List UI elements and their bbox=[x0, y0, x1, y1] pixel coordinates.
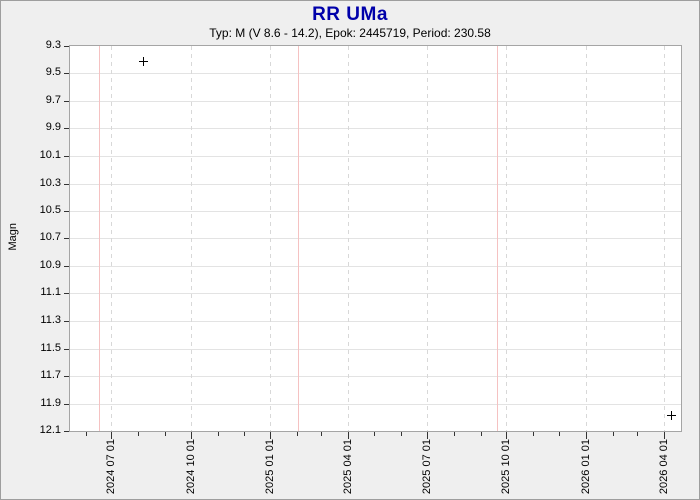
y-tick-label: 9.7 bbox=[45, 94, 61, 106]
y-tick bbox=[64, 321, 69, 322]
x-tick-label: 2025 04 01 bbox=[342, 439, 354, 495]
y-grid-line bbox=[70, 184, 681, 185]
y-tick-label: 9.3 bbox=[45, 39, 61, 51]
x-tick-label: 2024 07 01 bbox=[105, 439, 117, 495]
x-tick-major bbox=[270, 432, 271, 439]
y-tick bbox=[64, 101, 69, 102]
x-tick-minor bbox=[165, 432, 166, 436]
chart-title: RR UMa bbox=[312, 4, 388, 25]
period-line bbox=[497, 46, 498, 431]
chart-subtitle: Typ: M (V 8.6 - 14.2), Epok: 2445719, Pe… bbox=[209, 26, 491, 40]
x-tick-label: 2025 10 01 bbox=[500, 439, 512, 495]
x-grid-line bbox=[348, 46, 349, 431]
y-tick bbox=[64, 266, 69, 267]
y-tick bbox=[64, 46, 69, 47]
y-tick-label: 10.5 bbox=[39, 204, 61, 216]
x-grid-line bbox=[111, 46, 112, 431]
x-grid-line bbox=[270, 46, 271, 431]
x-tick-minor bbox=[559, 432, 560, 436]
y-tick bbox=[64, 431, 69, 432]
y-grid-line bbox=[70, 101, 681, 102]
light-curve-window: RR UMa Typ: M (V 8.6 - 14.2), Epok: 2445… bbox=[0, 0, 700, 500]
y-grid-line bbox=[70, 321, 681, 322]
x-tick-minor bbox=[613, 432, 614, 436]
y-tick-label: 10.9 bbox=[39, 259, 61, 271]
x-tick-minor bbox=[533, 432, 534, 436]
x-tick-minor bbox=[401, 432, 402, 436]
y-tick-label: 9.5 bbox=[45, 66, 61, 78]
y-grid-line bbox=[70, 73, 681, 74]
x-tick-minor bbox=[218, 432, 219, 436]
x-tick-major bbox=[427, 432, 428, 439]
x-tick-minor bbox=[297, 432, 298, 436]
data-point-marker bbox=[667, 411, 676, 420]
y-grid-line bbox=[70, 211, 681, 212]
x-tick-minor bbox=[637, 432, 638, 436]
x-tick-label: 2025 07 01 bbox=[421, 439, 433, 495]
y-tick bbox=[64, 376, 69, 377]
data-point-marker bbox=[139, 57, 148, 66]
x-tick-minor bbox=[321, 432, 322, 436]
period-line bbox=[298, 46, 299, 431]
period-line bbox=[99, 46, 100, 431]
y-tick-label: 11.3 bbox=[40, 314, 61, 326]
x-tick-major bbox=[586, 432, 587, 439]
x-grid-line bbox=[586, 46, 587, 431]
x-tick-minor bbox=[138, 432, 139, 436]
y-tick-label: 11.9 bbox=[40, 397, 61, 409]
x-tick-minor bbox=[244, 432, 245, 436]
y-tick bbox=[64, 156, 69, 157]
x-tick-label: 2025 01 01 bbox=[264, 439, 276, 495]
y-grid-line bbox=[70, 349, 681, 350]
x-grid-line bbox=[506, 46, 507, 431]
y-tick bbox=[64, 404, 69, 405]
y-tick bbox=[64, 184, 69, 185]
x-tick-major bbox=[664, 432, 665, 439]
x-grid-line bbox=[427, 46, 428, 431]
x-tick-minor bbox=[481, 432, 482, 436]
y-tick-label: 12.1 bbox=[39, 424, 61, 436]
y-grid-line bbox=[70, 404, 681, 405]
y-tick bbox=[64, 211, 69, 212]
y-tick-label: 11.5 bbox=[40, 342, 61, 354]
x-tick-label: 2026 04 01 bbox=[658, 439, 670, 495]
y-grid-line bbox=[70, 376, 681, 377]
y-tick-label: 10.3 bbox=[39, 177, 61, 189]
y-tick-label: 10.1 bbox=[39, 149, 61, 161]
x-tick-minor bbox=[454, 432, 455, 436]
y-grid-line bbox=[70, 238, 681, 239]
x-tick-label: 2026 01 01 bbox=[580, 439, 592, 495]
y-tick-label: 11.1 bbox=[40, 286, 61, 298]
y-tick bbox=[64, 238, 69, 239]
x-tick-label: 2024 10 01 bbox=[185, 439, 197, 495]
y-tick-label: 11.7 bbox=[40, 369, 61, 381]
y-grid-line bbox=[70, 293, 681, 294]
y-tick bbox=[64, 349, 69, 350]
x-tick-major bbox=[191, 432, 192, 439]
x-tick-minor bbox=[374, 432, 375, 436]
x-tick-major bbox=[506, 432, 507, 439]
y-grid-line bbox=[70, 266, 681, 267]
x-grid-line bbox=[664, 46, 665, 431]
y-tick bbox=[64, 293, 69, 294]
y-axis-title: Magn bbox=[7, 223, 19, 251]
x-tick-major bbox=[348, 432, 349, 439]
x-grid-line bbox=[191, 46, 192, 431]
y-grid-line bbox=[70, 156, 681, 157]
y-tick-label: 9.9 bbox=[45, 121, 61, 133]
y-tick bbox=[64, 128, 69, 129]
x-tick-minor bbox=[86, 432, 87, 436]
x-tick-major bbox=[111, 432, 112, 439]
y-tick-label: 10.7 bbox=[39, 231, 61, 243]
y-tick bbox=[64, 73, 69, 74]
y-grid-line bbox=[70, 128, 681, 129]
